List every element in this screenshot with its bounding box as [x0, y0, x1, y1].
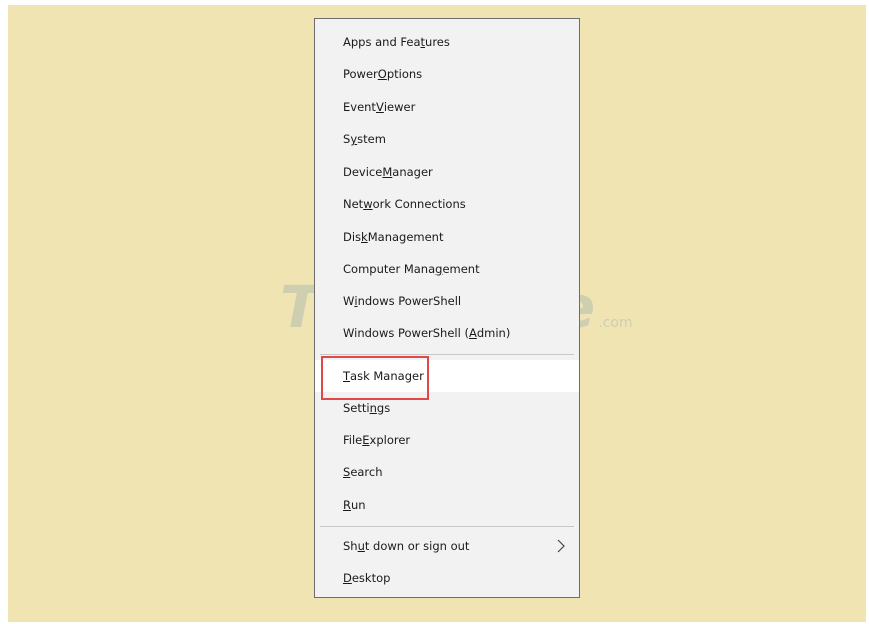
access-key: M: [382, 165, 393, 179]
access-key: E: [362, 433, 370, 447]
menu-item-label: Device: [343, 165, 383, 179]
menu-item-computer-management[interactable]: Computer Mana g ement: [315, 253, 579, 285]
access-key: V: [375, 100, 384, 114]
menu-item-label: Sh: [343, 539, 358, 553]
menu-item-apps-and-features[interactable]: Apps and Fea t ures: [315, 26, 579, 58]
menu-item-label: Computer Mana: [343, 262, 436, 276]
menu-item-power-options[interactable]: Power Options: [315, 58, 579, 90]
menu-item-label: xplorer: [369, 433, 411, 447]
access-key: S: [343, 465, 351, 479]
access-key: y: [350, 132, 358, 146]
access-key: R: [343, 498, 351, 512]
access-key: O: [377, 67, 387, 81]
winx-context-menu: Apps and Fea t ures Power Options Event Vi…: [314, 18, 580, 598]
menu-item-label: Windows PowerShell (: [343, 326, 469, 340]
menu-item-run[interactable]: Run: [315, 489, 579, 521]
menu-item-label: Event: [343, 100, 376, 114]
menu-item-label: S: [343, 132, 351, 146]
menu-item-label: iewer: [383, 100, 416, 114]
menu-item-desktop[interactable]: Desktop: [315, 562, 579, 594]
menu-item-label: File: [343, 433, 363, 447]
menu-item-event-viewer[interactable]: Event Viewer: [315, 91, 579, 123]
menu-item-file-explorer[interactable]: File Explorer: [315, 424, 579, 456]
menu-item-label: t down or sign out: [364, 539, 470, 553]
menu-item-network-connections[interactable]: Net w ork Connections: [315, 188, 579, 220]
access-key: u: [357, 539, 365, 553]
access-key: w: [363, 197, 373, 211]
menu-item-label: Apps and Fea: [343, 35, 421, 49]
menu-item-shut-down-or-sign-out[interactable]: Sh u t down or sign out: [315, 530, 579, 562]
menu-item-label: ures: [425, 35, 450, 49]
menu-item-system[interactable]: Sy stem: [315, 123, 579, 155]
menu-item-windows-powershell[interactable]: Wi ndows PowerShell: [315, 285, 579, 317]
menu-item-label: Dis: [343, 230, 362, 244]
menu-item-label: esktop: [351, 571, 391, 585]
menu-item-label: Net: [343, 197, 364, 211]
chevron-right-icon: [557, 539, 565, 553]
access-key: A: [468, 326, 477, 340]
menu-item-device-manager[interactable]: Device Manager: [315, 156, 579, 188]
menu-item-label: Power: [343, 67, 378, 81]
menu-item-label: ask Manager: [350, 369, 424, 383]
access-key: g: [435, 262, 443, 276]
menu-item-label: stem: [357, 132, 386, 146]
access-key: T: [343, 369, 351, 383]
menu-item-label: ement: [442, 262, 480, 276]
menu-item-label: un: [351, 498, 366, 512]
menu-item-search[interactable]: Search: [315, 456, 579, 488]
menu-item-task-manager[interactable]: Task Manager: [315, 360, 579, 392]
menu-item-label: dmin): [476, 326, 511, 340]
menu-item-settings[interactable]: Setti n gs: [315, 392, 579, 424]
menu-item-label: Management: [367, 230, 444, 244]
menu-separator: [320, 354, 574, 355]
access-key: k: [361, 230, 368, 244]
menu-item-windows-powershell-admin[interactable]: Windows PowerShell (Admin): [315, 317, 579, 349]
menu-item-label: anager: [392, 165, 433, 179]
menu-item-label: ork Connections: [372, 197, 466, 211]
menu-item-label: earch: [350, 465, 383, 479]
access-key: D: [343, 571, 352, 585]
menu-separator: [320, 526, 574, 527]
menu-item-label: Setti: [343, 401, 370, 415]
menu-item-label: W: [343, 294, 355, 308]
menu-item-label: ndows PowerShell: [357, 294, 462, 308]
menu-item-disk-management[interactable]: Dis k Management: [315, 221, 579, 253]
menu-item-label: ptions: [386, 67, 423, 81]
menu-item-label: gs: [376, 401, 391, 415]
access-key: n: [369, 401, 377, 415]
